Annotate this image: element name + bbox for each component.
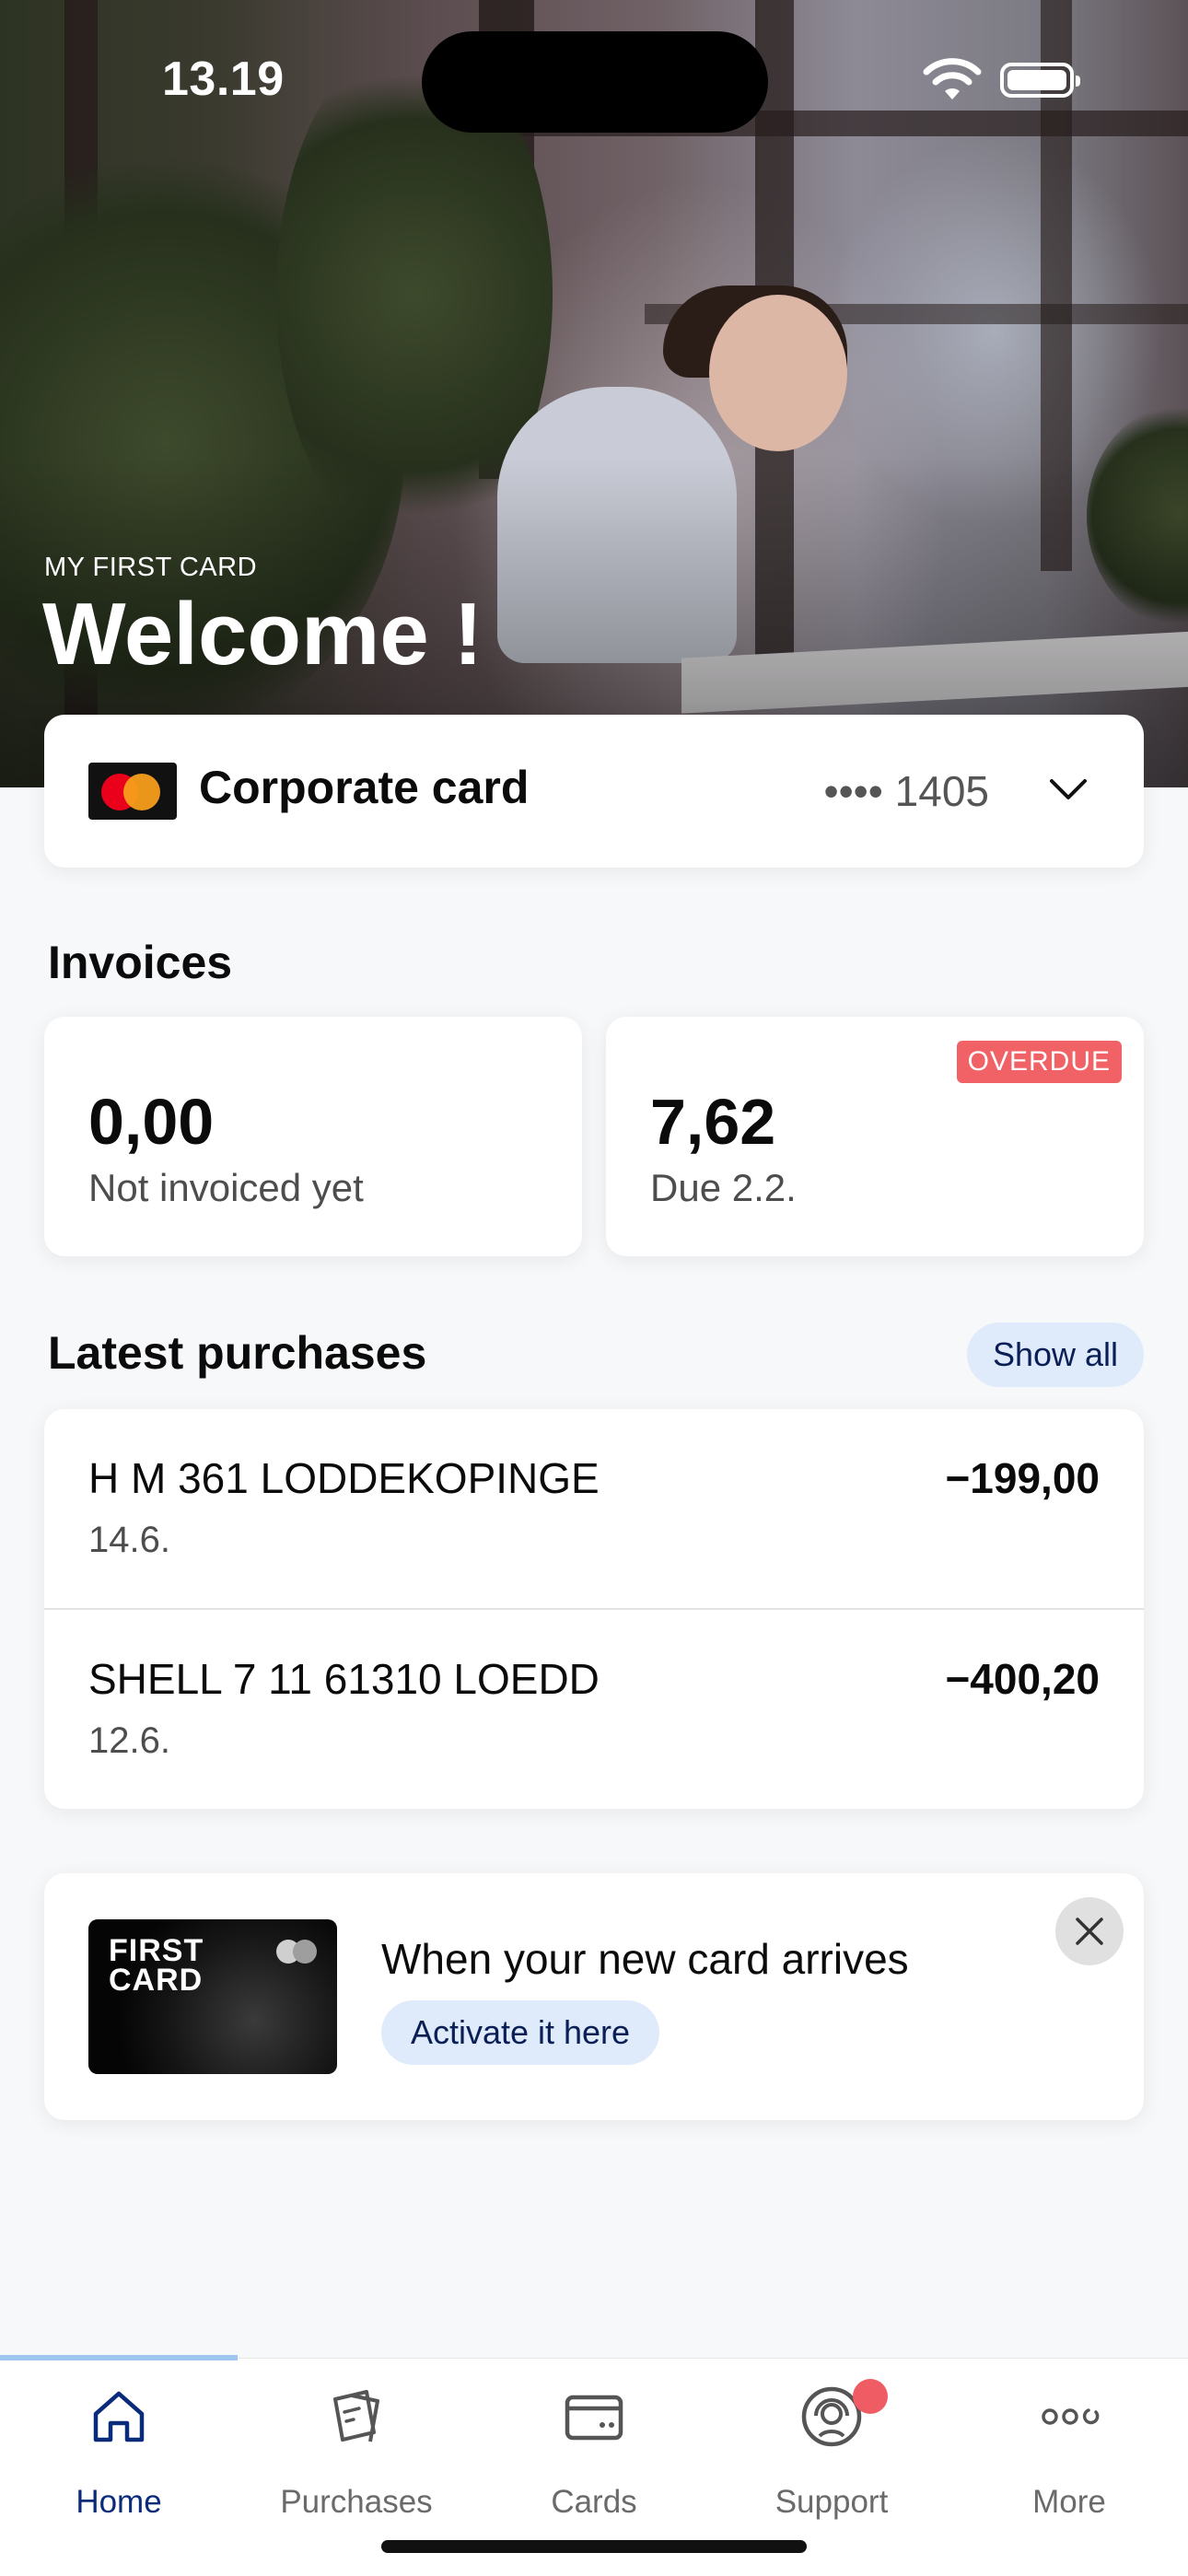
card-name: Corporate card [199,762,530,813]
invoice-card-due[interactable]: OVERDUE 7,62 Due 2.2. [606,1017,1144,1256]
close-promo-button[interactable] [1055,1897,1124,1965]
chevron-down-icon[interactable] [1042,763,1094,814]
dynamic-island [422,31,768,133]
card-brand-icon [276,1940,317,1964]
battery-icon [1000,63,1080,98]
tab-home[interactable]: Home [0,2384,238,2520]
invoices-heading: Invoices [48,937,233,988]
tab-label: More [1032,2484,1106,2520]
home-icon [93,2391,145,2442]
first-card-logo-text: FIRST CARD [109,1933,204,1998]
close-icon [1076,1917,1103,1945]
page-title: Welcome ! [42,585,483,683]
first-card-image: FIRST CARD [88,1919,337,2074]
card-number: •••• 1405 [823,767,989,815]
more-icon [1042,2408,1100,2425]
tab-purchases[interactable]: Purchases [238,2384,475,2520]
purchase-amount: −400,20 [945,1655,1100,1703]
invoice-amount: 0,00 [88,1086,215,1158]
purchases-list: H M 361 LODDEKOPINGE 14.6. −199,00 SHELL… [44,1409,1144,1809]
latest-purchases-heading: Latest purchases [48,1327,427,1379]
mastercard-icon [88,763,177,820]
purchase-amount: −199,00 [945,1454,1100,1502]
invoice-subtitle: Not invoiced yet [88,1166,364,1209]
purchase-date: 12.6. [88,1720,170,1761]
active-tab-indicator [0,2355,238,2360]
card-selector[interactable]: Corporate card •••• 1405 [44,715,1144,868]
promo-title: When your new card arrives [381,1935,909,1983]
purchase-row[interactable]: SHELL 7 11 61310 LOEDD 12.6. −400,20 [44,1608,1144,1809]
invoice-amount: 7,62 [650,1086,776,1158]
purchase-merchant: SHELL 7 11 61310 LOEDD [88,1655,600,1703]
tab-more[interactable]: More [950,2384,1188,2520]
overdue-badge: OVERDUE [956,1041,1122,1083]
tab-label: Support [775,2484,889,2520]
tab-label: Home [76,2484,162,2520]
notification-dot [853,2379,888,2414]
home-indicator [381,2540,807,2553]
activate-card-promo: FIRST CARD When your new card arrives Ac… [44,1873,1144,2120]
purchase-merchant: H M 361 LODDEKOPINGE [88,1454,600,1502]
purchase-date: 14.6. [88,1520,170,1560]
tab-support[interactable]: Support [713,2379,950,2520]
tab-cards[interactable]: Cards [475,2384,713,2520]
purchase-row[interactable]: H M 361 LODDEKOPINGE 14.6. −199,00 [44,1409,1144,1608]
card-icon [565,2395,623,2441]
tab-label: Purchases [280,2484,433,2520]
invoice-subtitle: Due 2.2. [650,1166,797,1209]
wifi-icon [923,58,982,99]
activate-card-button[interactable]: Activate it here [381,2000,659,2065]
receipt-icon [333,2390,379,2442]
hero-label: MY FIRST CARD [44,553,258,582]
show-all-button[interactable]: Show all [967,1323,1144,1387]
tab-label: Cards [551,2484,637,2520]
invoice-card-not-invoiced[interactable]: 0,00 Not invoiced yet [44,1017,582,1256]
status-time: 13.19 [162,52,285,106]
